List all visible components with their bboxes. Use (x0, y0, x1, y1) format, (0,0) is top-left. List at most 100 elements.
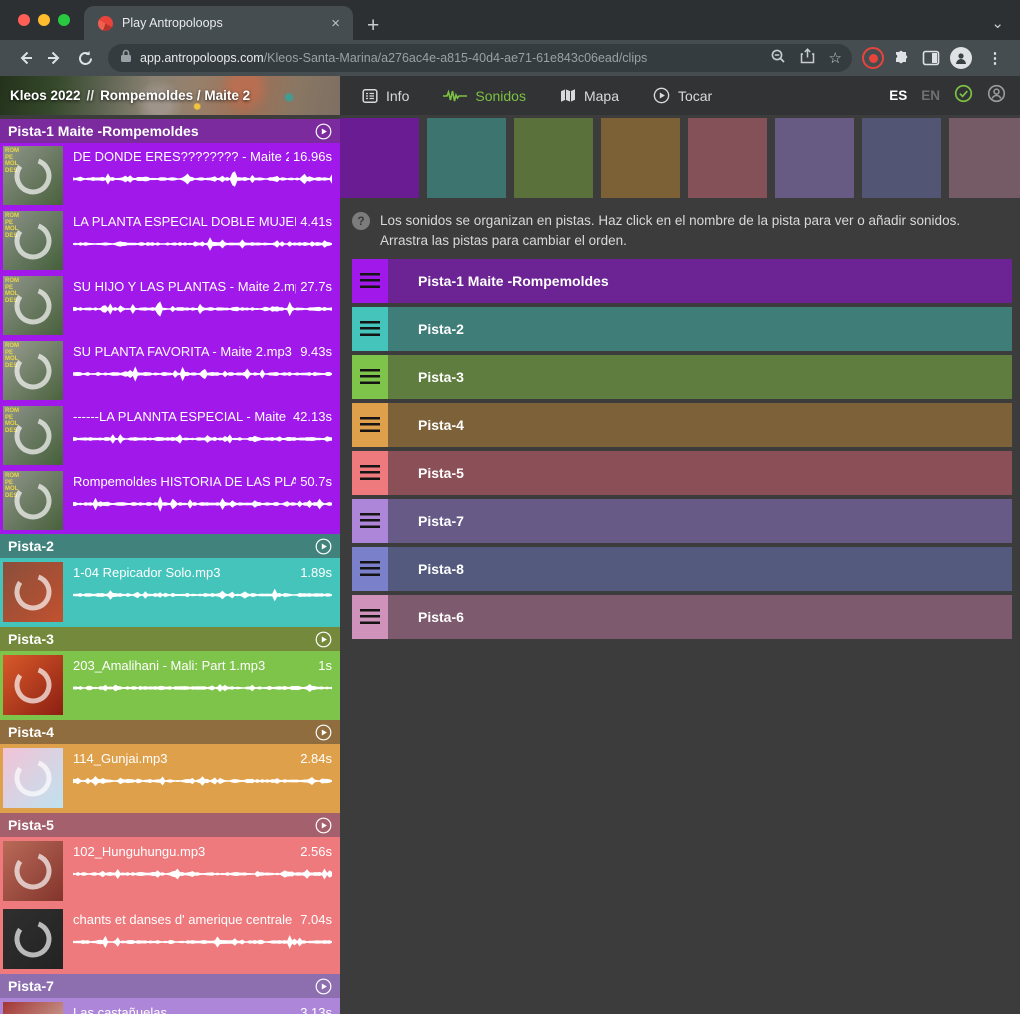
share-icon[interactable] (800, 48, 815, 69)
drag-handle[interactable] (352, 355, 388, 399)
drag-handle[interactable] (352, 595, 388, 639)
clip-item[interactable]: ROM PE MOL DESSU PLANTA FAVORITA - Maite… (0, 338, 340, 403)
track-row[interactable]: Pista-6 (352, 595, 1012, 639)
nav-item-sonidos[interactable]: Sonidos (443, 88, 526, 104)
saved-check-icon[interactable] (954, 84, 973, 108)
clip-item[interactable]: 1-04 Repicador Solo.mp31.89s (0, 558, 340, 626)
clip-item[interactable]: ROM PE MOL DES------LA PLANNTA ESPECIAL … (0, 403, 340, 468)
tab-close-icon[interactable]: × (328, 15, 343, 32)
breadcrumb[interactable]: Kleos 2022 // Rompemoldes / Maite 2 (0, 76, 340, 115)
clip-duration: 42.13s (293, 409, 332, 424)
clip-duration: 16.96s (293, 149, 332, 164)
breadcrumb-project[interactable]: Kleos 2022 (10, 88, 81, 103)
tab-title: Play Antropoloops (122, 16, 319, 30)
clip-thumbnail (3, 841, 63, 901)
clip-duration: 4.41s (300, 214, 332, 229)
clip-item[interactable]: 203_Amalihani - Mali: Part 1.mp3 1s (0, 651, 340, 719)
clip-title: DE DONDE ERES???????? - Maite 2.mp3 (73, 149, 289, 164)
help-block: ? Los sonidos se organizan en pistas. Ha… (352, 211, 1010, 250)
lang-toggle-en[interactable]: EN (921, 88, 940, 103)
zoom-icon[interactable] (770, 48, 786, 69)
play-track-icon[interactable] (315, 123, 332, 140)
track-row-body[interactable]: Pista-3 (388, 355, 1012, 399)
drag-handle[interactable] (352, 403, 388, 447)
clip-title: 203_Amalihani - Mali: Part 1.mp3 (73, 658, 265, 673)
screen-recording-indicator-icon[interactable] (862, 47, 884, 69)
track-row-label: Pista-4 (418, 417, 464, 433)
lang-toggle-es[interactable]: ES (889, 88, 907, 103)
track-row[interactable]: Pista-2 (352, 307, 1012, 351)
loop-arc-icon (11, 154, 55, 198)
drag-handle[interactable] (352, 499, 388, 543)
extensions-puzzle-icon[interactable] (888, 45, 914, 71)
sidebar-track-header[interactable]: Pista-3 (0, 627, 340, 651)
clip-item[interactable]: 114_Gunjai.mp32.84s (0, 744, 340, 812)
drag-handle[interactable] (352, 547, 388, 591)
drag-handle-icon (360, 513, 380, 529)
track-row-body[interactable]: Pista-1 Maite -Rompemoldes (388, 259, 1012, 303)
track-row[interactable]: Pista-4 (352, 403, 1012, 447)
sidebar-track-header[interactable]: Pista-7 (0, 974, 340, 998)
clip-item[interactable]: Las castañuelas3.13s (0, 998, 340, 1014)
bookmark-star-icon[interactable]: ☆ (829, 51, 842, 66)
play-track-icon[interactable] (315, 538, 332, 555)
minimize-window-button[interactable] (38, 14, 50, 26)
help-text: Los sonidos se organizan en pistas. Haz … (380, 211, 1010, 250)
sidebar-clip-list: 102_Hunguhungu.mp32.56schants et danses … (0, 837, 340, 974)
track-color-swatch (601, 118, 680, 198)
clip-title: LA PLANTA ESPECIAL DOBLE MUJER - Mai... (73, 214, 296, 229)
clip-title: 1-04 Repicador Solo.mp3 (73, 565, 220, 580)
reload-button[interactable] (72, 45, 98, 71)
track-row-body[interactable]: Pista-5 (388, 451, 1012, 495)
track-row-body[interactable]: Pista-6 (388, 595, 1012, 639)
play-track-icon[interactable] (315, 631, 332, 648)
drag-handle[interactable] (352, 307, 388, 351)
tab-search-chevron-icon[interactable]: ⌄ (991, 14, 1020, 40)
account-icon[interactable] (987, 84, 1006, 108)
profile-avatar[interactable] (948, 45, 974, 71)
clip-waveform (73, 233, 332, 255)
close-window-button[interactable] (18, 14, 30, 26)
address-bar[interactable]: app.antropoloops.com/Kleos-Santa-Marina/… (108, 44, 852, 72)
track-row[interactable]: Pista-5 (352, 451, 1012, 495)
fullscreen-window-button[interactable] (58, 14, 70, 26)
clip-item[interactable]: ROM PE MOL DESSU HIJO Y LAS PLANTAS - Ma… (0, 273, 340, 338)
clip-waveform (73, 584, 332, 606)
track-row-body[interactable]: Pista-4 (388, 403, 1012, 447)
play-track-icon[interactable] (315, 724, 332, 741)
track-row-body[interactable]: Pista-2 (388, 307, 1012, 351)
track-row[interactable]: Pista-7 (352, 499, 1012, 543)
clip-duration: 1s (318, 658, 332, 673)
track-row-body[interactable]: Pista-7 (388, 499, 1012, 543)
track-row-label: Pista-6 (418, 609, 464, 625)
track-row[interactable]: Pista-3 (352, 355, 1012, 399)
forward-button[interactable] (42, 45, 68, 71)
clip-item[interactable]: ROM PE MOL DESRompemoldes HISTORIA DE LA… (0, 468, 340, 533)
tab-favicon-icon (98, 16, 113, 31)
clip-item[interactable]: chants et danses d' amerique centrale - … (0, 905, 340, 973)
loop-arc-icon (11, 414, 55, 458)
browser-menu-icon[interactable]: ⋮ (978, 45, 1012, 71)
play-track-icon[interactable] (315, 978, 332, 995)
clip-item[interactable]: ROM PE MOL DESDE DONDE ERES???????? - Ma… (0, 143, 340, 208)
track-row-body[interactable]: Pista-8 (388, 547, 1012, 591)
clip-item[interactable]: ROM PE MOL DESLA PLANTA ESPECIAL DOBLE M… (0, 208, 340, 273)
sidebar-track-header[interactable]: Pista-2 (0, 534, 340, 558)
drag-handle[interactable] (352, 451, 388, 495)
sidebar-track-header[interactable]: Pista-1 Maite -Rompemoldes (0, 119, 340, 143)
browser-tab[interactable]: Play Antropoloops × (84, 6, 353, 40)
track-row[interactable]: Pista-8 (352, 547, 1012, 591)
nav-item-tocar[interactable]: Tocar (653, 87, 712, 104)
clip-title: 102_Hunguhungu.mp3 (73, 844, 205, 859)
drag-handle[interactable] (352, 259, 388, 303)
nav-item-info[interactable]: Info (362, 88, 409, 104)
side-panel-icon[interactable] (918, 45, 944, 71)
play-track-icon[interactable] (315, 817, 332, 834)
new-tab-button[interactable]: + (353, 15, 379, 40)
track-row[interactable]: Pista-1 Maite -Rompemoldes (352, 259, 1012, 303)
back-button[interactable] (12, 45, 38, 71)
sidebar-track-header[interactable]: Pista-4 (0, 720, 340, 744)
nav-item-mapa[interactable]: Mapa (560, 88, 619, 104)
sidebar-track-header[interactable]: Pista-5 (0, 813, 340, 837)
clip-item[interactable]: 102_Hunguhungu.mp32.56s (0, 837, 340, 905)
